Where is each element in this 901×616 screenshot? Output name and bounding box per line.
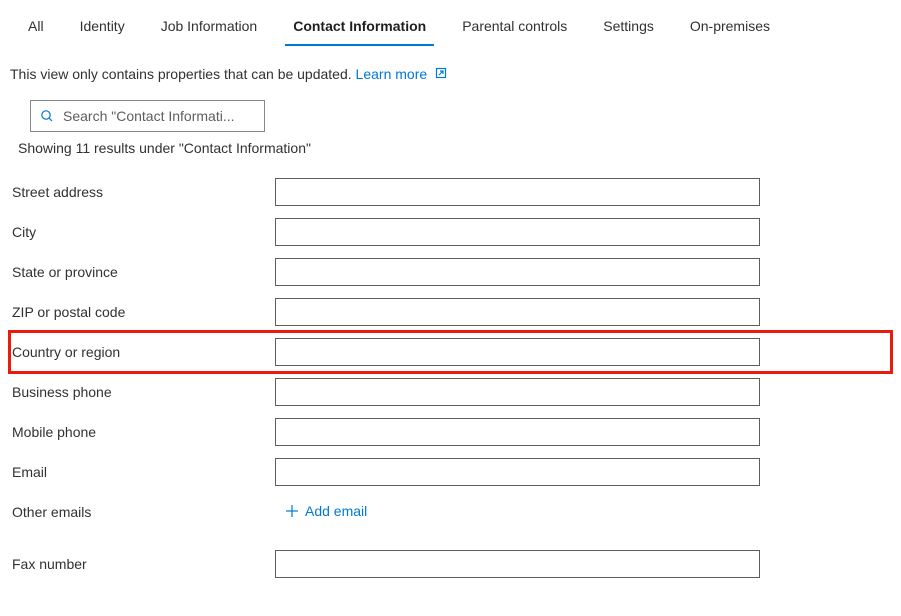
row-business-phone: Business phone bbox=[10, 372, 891, 412]
search-input[interactable] bbox=[63, 108, 256, 124]
tab-contact-information[interactable]: Contact Information bbox=[275, 8, 444, 46]
tabs-bar: All Identity Job Information Contact Inf… bbox=[0, 0, 901, 46]
results-count-text: Showing 11 results under "Contact Inform… bbox=[0, 132, 901, 160]
label-business-phone: Business phone bbox=[10, 384, 275, 400]
hint-row: This view only contains properties that … bbox=[0, 46, 901, 82]
input-street-address[interactable] bbox=[275, 178, 760, 206]
input-city[interactable] bbox=[275, 218, 760, 246]
add-email-label: Add email bbox=[305, 503, 367, 519]
label-street-address: Street address bbox=[10, 184, 275, 200]
label-country: Country or region bbox=[10, 344, 275, 360]
input-email[interactable] bbox=[275, 458, 760, 486]
label-fax: Fax number bbox=[10, 556, 275, 572]
label-zip: ZIP or postal code bbox=[10, 304, 275, 320]
label-other-emails: Other emails bbox=[10, 504, 275, 520]
learn-more-text: Learn more bbox=[356, 66, 428, 82]
search-icon bbox=[39, 108, 55, 124]
tab-identity[interactable]: Identity bbox=[62, 8, 143, 46]
row-street-address: Street address bbox=[10, 172, 891, 212]
hint-text: This view only contains properties that … bbox=[10, 66, 356, 82]
input-mobile-phone[interactable] bbox=[275, 418, 760, 446]
label-email: Email bbox=[10, 464, 275, 480]
learn-more-link[interactable]: Learn more bbox=[356, 66, 447, 82]
add-email-button[interactable]: Add email bbox=[275, 503, 367, 519]
row-mobile-phone: Mobile phone bbox=[10, 412, 891, 452]
row-email: Email bbox=[10, 452, 891, 492]
search-box[interactable] bbox=[30, 100, 265, 132]
tab-on-premises[interactable]: On-premises bbox=[672, 8, 788, 46]
input-business-phone[interactable] bbox=[275, 378, 760, 406]
form: Street address City State or province ZI… bbox=[0, 160, 901, 584]
input-zip[interactable] bbox=[275, 298, 760, 326]
row-city: City bbox=[10, 212, 891, 252]
tab-settings[interactable]: Settings bbox=[585, 8, 672, 46]
input-fax[interactable] bbox=[275, 550, 760, 578]
plus-icon bbox=[285, 504, 299, 518]
tab-parental-controls[interactable]: Parental controls bbox=[444, 8, 585, 46]
row-state: State or province bbox=[10, 252, 891, 292]
row-zip: ZIP or postal code bbox=[10, 292, 891, 332]
row-fax: Fax number bbox=[10, 544, 891, 584]
label-mobile-phone: Mobile phone bbox=[10, 424, 275, 440]
tab-all[interactable]: All bbox=[10, 8, 62, 46]
input-country[interactable] bbox=[275, 338, 760, 366]
label-state: State or province bbox=[10, 264, 275, 280]
row-other-emails: Other emails Add email bbox=[10, 492, 891, 532]
label-city: City bbox=[10, 224, 275, 240]
tab-job-information[interactable]: Job Information bbox=[143, 8, 276, 46]
search-row bbox=[0, 82, 901, 132]
external-link-icon bbox=[435, 66, 447, 82]
row-country: Country or region bbox=[10, 332, 891, 372]
input-state[interactable] bbox=[275, 258, 760, 286]
